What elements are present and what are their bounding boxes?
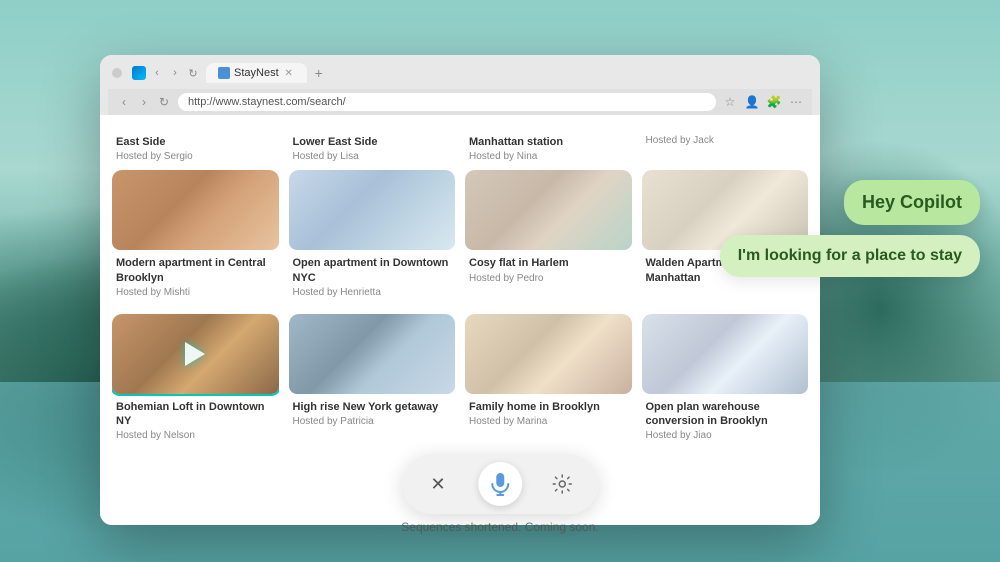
url-text: http://www.staynest.com/search/ [188, 96, 346, 108]
toolbar-controls: ✕ [402, 454, 598, 514]
property-name-3: Cosy flat in Harlem [465, 256, 632, 270]
property-image-2 [289, 170, 456, 250]
property-image-6 [289, 314, 456, 394]
nav-forward-icon[interactable]: › [168, 66, 182, 80]
top-property-4: Hosted by Jack [642, 125, 809, 166]
property-name-2: Open apartment in Downtown NYC [289, 256, 456, 285]
copilot-user-bubble: Hey Copilot [844, 180, 980, 225]
tab-favicon [218, 67, 230, 79]
edge-logo-icon [132, 66, 146, 80]
browser-nav-icons: ‹ › ↻ [132, 66, 200, 80]
property-card-7[interactable]: Family home in Brooklyn Hosted by Marina [465, 314, 632, 448]
settings-button[interactable] [546, 468, 578, 500]
property-host-1: Hosted by Mishti [112, 287, 279, 304]
property-name-8: Open plan warehouse conversion in Brookl… [642, 400, 809, 429]
property-image-5 [112, 314, 279, 394]
microphone-button[interactable] [478, 462, 522, 506]
property-host-2: Hosted by Henrietta [289, 287, 456, 304]
property-card-6[interactable]: High rise New York getaway Hosted by Pat… [289, 314, 456, 448]
property-card-8[interactable]: Open plan warehouse conversion in Brookl… [642, 314, 809, 448]
addressbar-actions: ☆ 👤 🧩 ⋯ [722, 94, 804, 110]
profile-icon[interactable]: 👤 [744, 94, 760, 110]
property-card-2[interactable]: Open apartment in Downtown NYC Hosted by… [289, 170, 456, 304]
property-host: Hosted by Jack [646, 135, 805, 146]
browser-tab-active[interactable]: StayNest ✕ [206, 63, 307, 83]
property-host: Hosted by Nina [469, 151, 628, 162]
copilot-response-bubble: I'm looking for a place to stay [720, 235, 980, 277]
property-name: Manhattan station [469, 135, 628, 149]
property-name-6: High rise New York getaway [289, 400, 456, 414]
top-row: East Side Hosted by Sergio Lower East Si… [112, 125, 808, 166]
property-card-5[interactable]: Bohemian Loft in Downtown NY Hosted by N… [112, 314, 279, 448]
property-image-3 [465, 170, 632, 250]
gear-icon [552, 474, 572, 494]
toolbar-status-text: Sequences shortened. Coming soon. [401, 520, 598, 534]
tab-close-icon[interactable]: ✕ [283, 67, 295, 79]
window-close-dot [112, 68, 122, 78]
bottom-property-row: Bohemian Loft in Downtown NY Hosted by N… [112, 314, 808, 448]
property-name-7: Family home in Brooklyn [465, 400, 632, 414]
addressbar-forward-btn[interactable]: › [136, 94, 152, 110]
copilot-bubbles: Hey Copilot I'm looking for a place to s… [720, 180, 980, 277]
property-name-1: Modern apartment in Central Brooklyn [112, 256, 279, 285]
browser-tabs: StayNest ✕ + [206, 63, 331, 83]
property-host: Hosted by Sergio [116, 151, 275, 162]
browser-addressbar: ‹ › ↻ http://www.staynest.com/search/ ☆ … [108, 89, 812, 115]
tab-title: StayNest [234, 67, 279, 79]
property-image-7 [465, 314, 632, 394]
property-image-8 [642, 314, 809, 394]
browser-titlebar: ‹ › ↻ StayNest ✕ + [108, 61, 812, 85]
extensions-icon[interactable]: 🧩 [766, 94, 782, 110]
close-button[interactable]: ✕ [422, 468, 454, 500]
property-name-5: Bohemian Loft in Downtown NY [112, 400, 279, 429]
property-host: Hosted by Lisa [293, 151, 452, 162]
browser-window-controls [112, 68, 122, 78]
url-bar[interactable]: http://www.staynest.com/search/ [178, 93, 716, 111]
property-image-1 [112, 170, 279, 250]
property-card-1[interactable]: Modern apartment in Central Brooklyn Hos… [112, 170, 279, 304]
addressbar-back-btn[interactable]: ‹ [116, 94, 132, 110]
middle-property-row: Modern apartment in Central Brooklyn Hos… [112, 170, 808, 304]
property-name: East Side [116, 135, 275, 149]
nav-back-icon[interactable]: ‹ [150, 66, 164, 80]
addressbar-nav: ‹ › ↻ [116, 94, 172, 110]
microphone-icon [490, 472, 510, 496]
top-property-2: Lower East Side Hosted by Lisa [289, 125, 456, 166]
property-host-6: Hosted by Patricia [289, 416, 456, 433]
property-host-4 [642, 287, 809, 293]
browser-chrome: ‹ › ↻ StayNest ✕ + ‹ › ↻ http:/ [100, 55, 820, 115]
addressbar-refresh-btn[interactable]: ↻ [156, 94, 172, 110]
menu-icon[interactable]: ⋯ [788, 94, 804, 110]
top-property-1: East Side Hosted by Sergio [112, 125, 279, 166]
property-host-7: Hosted by Marina [465, 416, 632, 433]
play-icon [185, 342, 205, 366]
property-name: Lower East Side [293, 135, 452, 149]
bottom-toolbar: ✕ Sequences shortened. Coming soon. [401, 454, 598, 534]
property-host-8: Hosted by Jiao [642, 430, 809, 447]
property-host-5: Hosted by Nelson [112, 430, 279, 447]
new-tab-button[interactable]: + [307, 63, 331, 83]
property-card-3[interactable]: Cosy flat in Harlem Hosted by Pedro [465, 170, 632, 304]
top-property-3: Manhattan station Hosted by Nina [465, 125, 632, 166]
property-host-3: Hosted by Pedro [465, 273, 632, 290]
nav-refresh-icon[interactable]: ↻ [186, 66, 200, 80]
bookmark-icon[interactable]: ☆ [722, 94, 738, 110]
